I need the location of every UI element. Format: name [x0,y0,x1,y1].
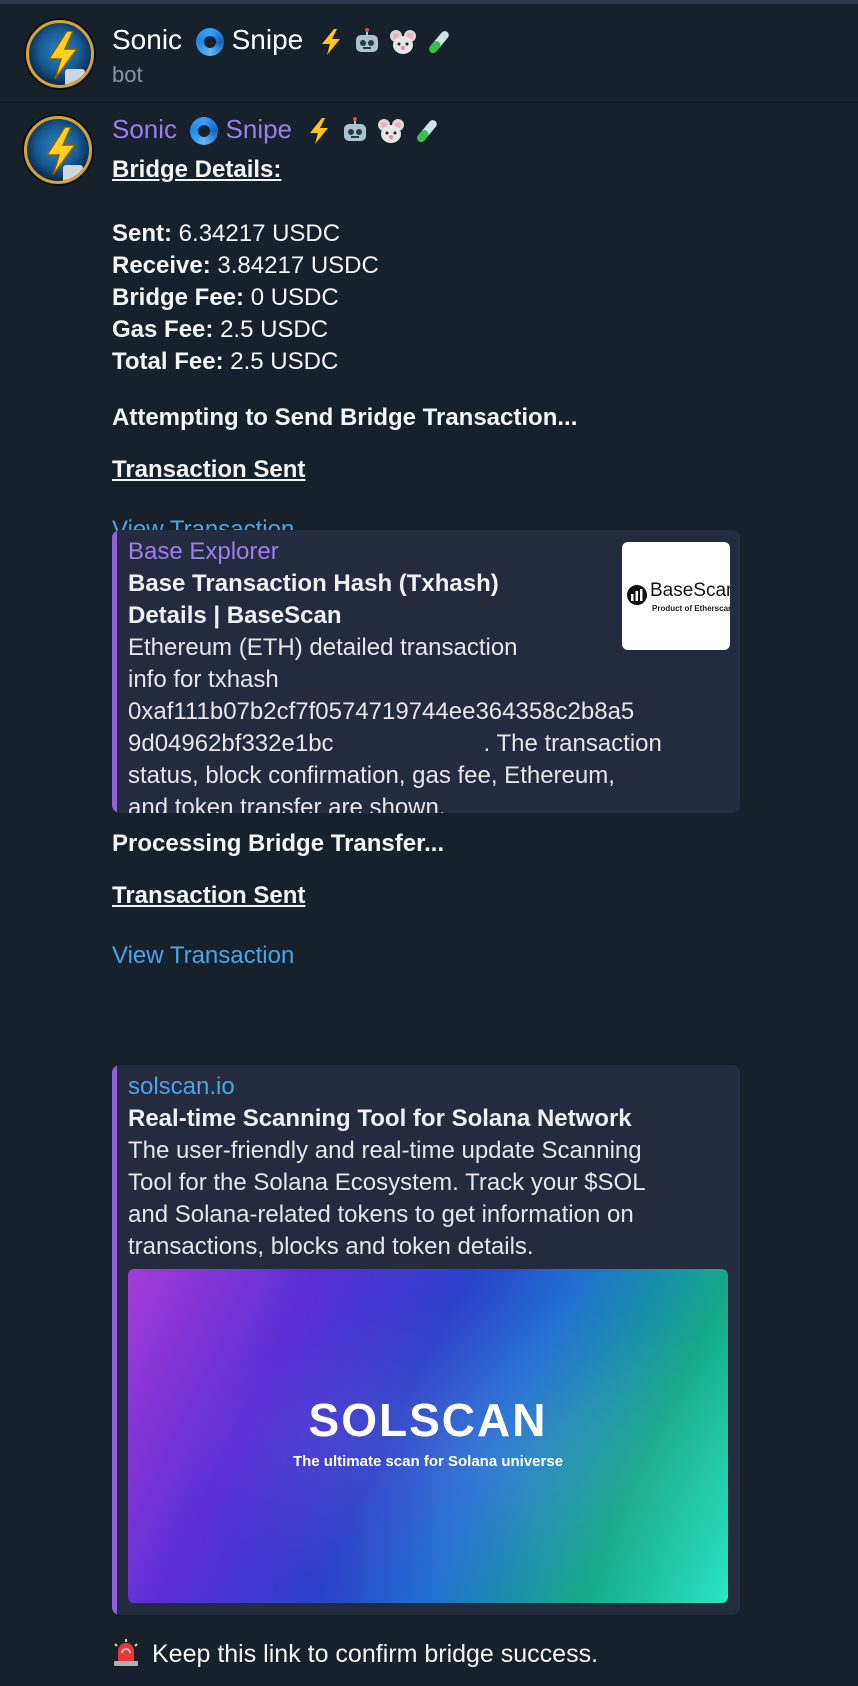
title-emojis-tail [317,27,453,56]
redacted-hash [333,729,484,755]
bridge-details-heading: Bridge Details: [112,156,282,183]
link-preview-basescan[interactable]: Base Explorer Base Transaction Hash (Txh… [112,530,740,813]
chat-title[interactable]: Sonic Snipe [112,24,453,56]
preview-accent-bar [112,1065,117,1615]
transaction-sent-1: Transaction Sent [112,456,306,483]
lightning-emoji-icon [317,28,345,56]
solscan-tagline: The ultimate scan for Solana universe [292,1453,564,1470]
siren-icon [114,1639,138,1666]
preview-desc-line: status, block confirmation, gas fee, Eth… [128,762,615,789]
basescan-logo-text: BaseScan [650,580,730,601]
preview-title-line2: Details | BaseScan [128,602,342,629]
preview-site-name: Base Explorer [128,538,279,565]
preview-desc-line: 9d04962bf332e1bc. The transaction [128,729,662,757]
preview-desc-line: and Solana-related tokens to get informa… [128,1201,634,1228]
test-tube-icon [413,117,441,145]
cyclone-icon [190,117,219,146]
message-body-2: Processing Bridge Transfer... Transactio… [112,828,752,972]
message-avatar[interactable] [24,116,92,184]
title-emojis [195,27,224,56]
chat-header[interactable]: Sonic Snipe bot [0,4,858,103]
mascot-icon [65,69,85,85]
test-tube-icon [425,28,453,56]
preview-accent-bar [112,530,117,813]
detail-receive: Receive: 3.84217 USDC [112,252,379,279]
robot-icon [353,27,381,56]
lightning-emoji-icon [305,117,333,145]
preview-desc-line: 0xaf111b07b2cf7f0574719744ee364358c2b8a5 [128,698,635,725]
detail-gas-fee: Gas Fee: 2.5 USDC [112,316,329,343]
preview-desc-line: and token transfer are shown. [128,794,446,813]
preview-site-name: solscan.io [128,1073,235,1100]
message-body: Bridge Details: Sent: 6.34217 USDC Recei… [112,154,752,546]
preview-desc-line: info for txhash [128,666,279,693]
detail-total-fee: Total Fee: 2.5 USDC [112,348,339,375]
footer-note: Keep this link to confirm bridge success… [112,1638,752,1670]
attempting-text: Attempting to Send Bridge Transaction... [112,404,578,431]
mouse-icon [389,28,417,56]
preview-title-line1: Base Transaction Hash (Txhash) [128,570,499,597]
mascot-icon [63,165,83,181]
preview-desc-line: The user-friendly and real-time update S… [128,1137,642,1164]
preview-desc-line: Tool for the Solana Ecosystem. Track you… [128,1169,646,1196]
basescan-thumbnail[interactable]: BaseScan Product of Etherscan [622,542,730,650]
preview-desc-line: Ethereum (ETH) detailed transaction [128,634,518,661]
transaction-sent-2: Transaction Sent [112,882,306,909]
link-preview-solscan[interactable]: solscan.io Real-time Scanning Tool for S… [112,1065,740,1615]
basescan-logo-subtext: Product of Etherscan [652,604,730,613]
bot-avatar[interactable] [26,20,94,88]
cyclone-icon [195,27,224,56]
robot-icon [341,117,369,145]
solscan-logo-text: SOLSCAN [308,1394,548,1446]
sender-name[interactable]: Sonic Snipe [112,114,441,146]
preview-title: Real-time Scanning Tool for Solana Netwo… [128,1105,632,1132]
mouse-icon [377,117,405,145]
view-transaction-link-2[interactable]: View Transaction [112,940,752,972]
footer-line: Keep this link to confirm bridge success… [112,1638,752,1670]
sender-emojis [190,117,219,146]
preview-desc-line: transactions, blocks and token details. [128,1233,534,1260]
processing-text: Processing Bridge Transfer... [112,830,445,857]
detail-sent: Sent: 6.34217 USDC [112,220,341,247]
solscan-preview-image[interactable]: SOLSCAN The ultimate scan for Solana uni… [128,1269,728,1603]
sender-emojis-tail [305,117,441,145]
chat-subtitle: bot [112,62,143,87]
detail-bridge-fee: Bridge Fee: 0 USDC [112,284,339,311]
basescan-logo-icon [627,585,647,605]
